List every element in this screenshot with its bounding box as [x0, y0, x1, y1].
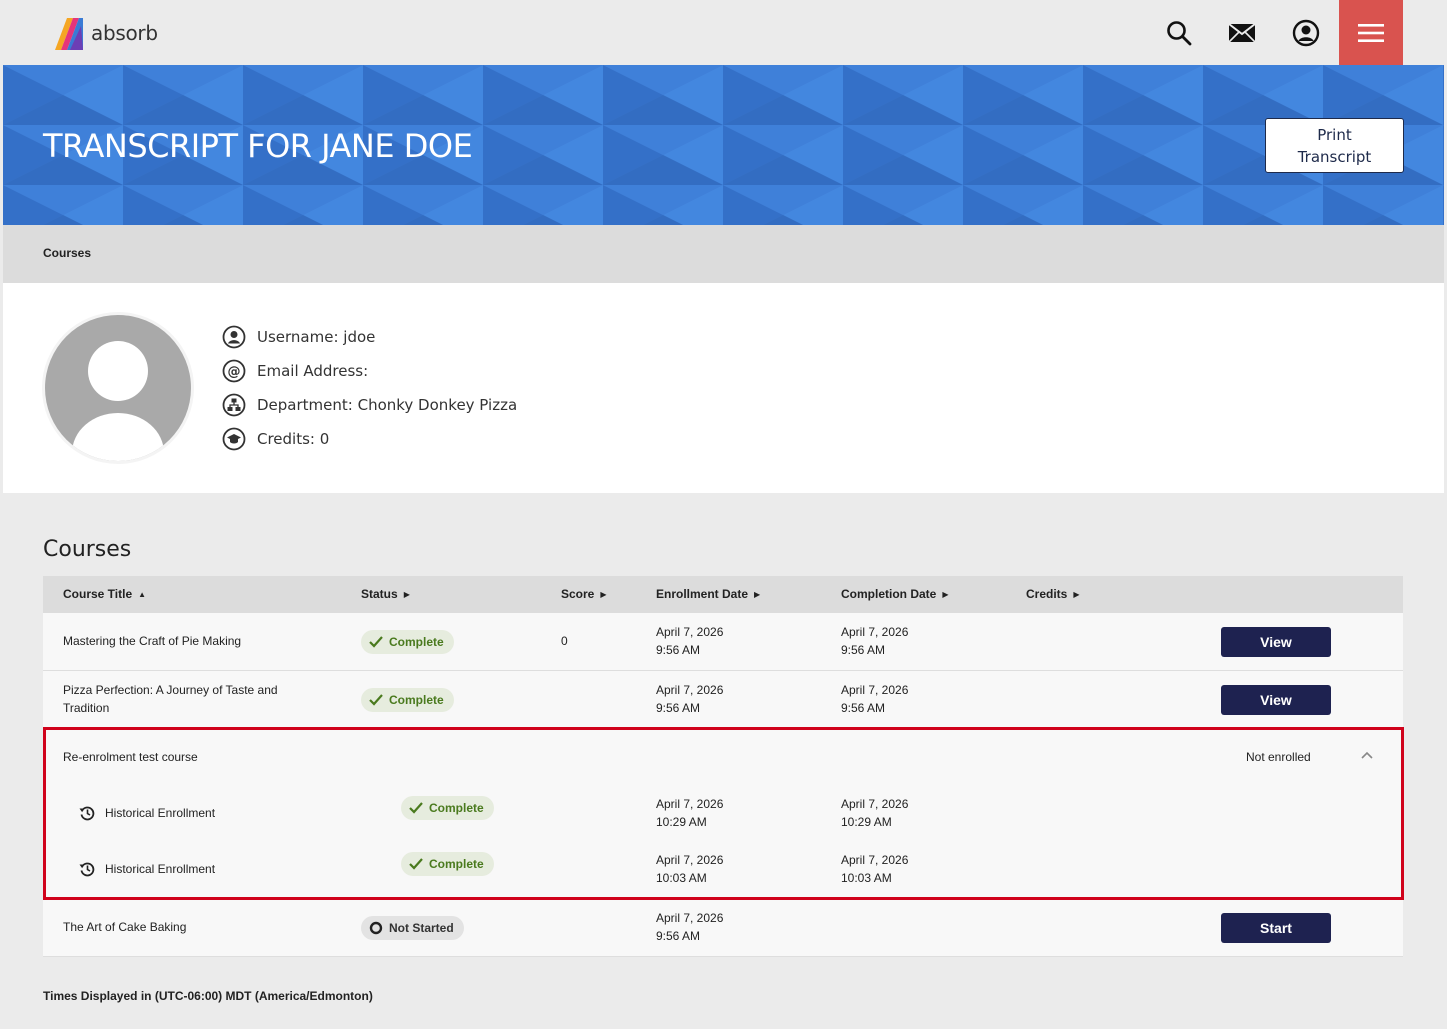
course-title[interactable]: Mastering the Craft of Pie Making — [63, 632, 241, 650]
course-title[interactable]: Re-enrolment test course — [63, 748, 198, 766]
enrollment-date: April 7, 2026 9:56 AM — [656, 911, 724, 943]
email-text: Email Address: — [257, 362, 369, 380]
col-credits[interactable]: Credits ▶ — [1026, 587, 1080, 601]
table-header: Course Title ▲ Status ▶ Score ▶ Enrollment … — [43, 576, 1403, 613]
courses-heading: Courses — [43, 537, 132, 562]
org-chart-icon — [221, 392, 247, 418]
graduation-cap-icon — [221, 426, 247, 452]
status-badge: Not Started — [361, 916, 464, 940]
col-completion-date[interactable]: Completion Date ▶ — [841, 587, 949, 601]
print-transcript-button[interactable]: Print Transcript — [1265, 118, 1404, 173]
department-text: Department: Chonky Donkey Pizza — [257, 396, 518, 414]
timezone-footnote: Times Displayed in (UTC-06:00) MDT (Amer… — [43, 989, 373, 1003]
avatar — [45, 315, 191, 461]
enrollment-date: April 7, 2026 9:56 AM — [656, 625, 724, 657]
logo-text: absorb — [91, 21, 158, 45]
enrollment-date: April 7, 2026 10:29 AM — [656, 797, 724, 829]
page-title: TRANSCRIPT FOR JANE DOE — [43, 127, 473, 165]
user-icon — [221, 324, 247, 350]
status-badge: Complete — [361, 688, 454, 712]
table-row: Mastering the Craft of Pie Making Comple… — [43, 613, 1403, 671]
score: 0 — [561, 634, 568, 648]
sort-icon: ▶ — [403, 589, 410, 599]
col-course-title[interactable]: Course Title ▲ — [63, 587, 146, 601]
completion-date: April 7, 2026 9:56 AM — [841, 625, 909, 657]
credits-row: Credits: 0 — [221, 426, 329, 452]
historical-enrollment: Historical Enrollment — [79, 860, 215, 878]
absorb-logo[interactable]: absorb — [53, 16, 158, 50]
search-icon[interactable] — [1162, 16, 1196, 50]
history-icon — [79, 861, 95, 877]
status-badge: Complete — [361, 630, 454, 654]
profile-card: Username: jdoe @ Email Address: Departme… — [3, 283, 1444, 493]
enrollment-date: April 7, 2026 10:03 AM — [656, 853, 724, 885]
enrollment-status: Not enrolled — [1246, 750, 1311, 764]
check-icon — [409, 858, 423, 870]
breadcrumb[interactable]: Courses — [43, 246, 91, 260]
circle-icon — [369, 921, 383, 935]
view-button[interactable]: View — [1221, 627, 1331, 657]
col-enrollment-date[interactable]: Enrollment Date ▶ — [656, 587, 760, 601]
col-status[interactable]: Status ▶ — [361, 587, 410, 601]
username-row: Username: jdoe — [221, 324, 375, 350]
print-button-line1: Print — [1317, 126, 1352, 144]
col-score[interactable]: Score ▶ — [561, 587, 607, 601]
completion-date: April 7, 2026 10:03 AM — [841, 853, 909, 885]
sort-icon: ▶ — [1073, 589, 1080, 599]
email-row: @ Email Address: — [221, 358, 368, 384]
at-sign-icon: @ — [221, 358, 247, 384]
absorb-logo-icon — [55, 18, 83, 50]
sort-icon: ▶ — [754, 589, 761, 599]
course-title[interactable]: The Art of Cake Baking — [63, 918, 186, 936]
check-icon — [409, 802, 423, 814]
top-header: absorb — [3, 0, 1444, 65]
sort-asc-icon: ▲ — [138, 589, 147, 599]
hamburger-icon — [1358, 23, 1384, 42]
status-badge: Complete — [401, 796, 494, 820]
check-icon — [369, 694, 383, 706]
view-button[interactable]: View — [1221, 685, 1331, 715]
page-frame: absorb TRANSCRIPT FOR JANE DOE Print Tra… — [3, 0, 1444, 1029]
mail-icon[interactable] — [1225, 16, 1259, 50]
historical-enrollment: Historical Enrollment — [79, 804, 215, 822]
enrollment-date: April 7, 2026 9:56 AM — [656, 683, 724, 715]
breadcrumb-bar: Courses — [3, 225, 1444, 283]
table-row: Pizza Perfection: A Journey of Taste and… — [43, 671, 1403, 729]
print-button-line2: Transcript — [1297, 148, 1372, 166]
username-text: Username: jdoe — [257, 328, 376, 346]
chevron-up-icon[interactable] — [1360, 748, 1374, 767]
table-row: The Art of Cake Baking Not Started April… — [43, 899, 1403, 957]
check-icon — [369, 636, 383, 648]
hamburger-menu-button[interactable] — [1339, 0, 1403, 65]
start-button[interactable]: Start — [1221, 913, 1331, 943]
sort-icon: ▶ — [942, 589, 949, 599]
table-row-expanded: Re-enrolment test course Not enrolled Hi… — [43, 729, 1403, 899]
svg-text:@: @ — [228, 365, 241, 380]
history-icon — [79, 805, 95, 821]
transcript-banner: TRANSCRIPT FOR JANE DOE Print Transcript — [3, 65, 1444, 225]
sort-icon: ▶ — [600, 589, 607, 599]
department-row: Department: Chonky Donkey Pizza — [221, 392, 517, 418]
completion-date: April 7, 2026 9:56 AM — [841, 683, 909, 715]
completion-date: April 7, 2026 10:29 AM — [841, 797, 909, 829]
user-circle-icon[interactable] — [1289, 16, 1323, 50]
course-title[interactable]: Pizza Perfection: A Journey of Taste and… — [63, 681, 278, 717]
credits-text: Credits: 0 — [257, 430, 330, 448]
status-badge: Complete — [401, 852, 494, 876]
